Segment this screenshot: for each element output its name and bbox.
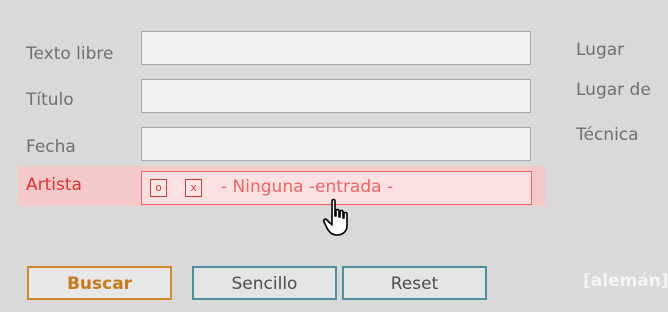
texto-libre-input[interactable]	[141, 31, 531, 65]
artist-clear-button[interactable]: x	[185, 179, 202, 197]
hand-pointer-icon	[322, 198, 348, 236]
sencillo-button[interactable]: Sencillo	[192, 266, 337, 300]
fecha-input[interactable]	[141, 127, 531, 161]
titulo-input[interactable]	[141, 79, 531, 113]
label-fecha: Fecha	[26, 137, 76, 157]
reset-button[interactable]: Reset	[342, 266, 487, 300]
label-lugar-de: Lugar de	[576, 80, 651, 100]
artist-value: - Ninguna -entrada -	[221, 177, 394, 197]
buscar-button[interactable]: Buscar	[27, 266, 172, 300]
label-texto-libre: Texto libre	[26, 44, 114, 64]
label-titulo: Título	[26, 90, 74, 110]
label-lugar: Lugar	[576, 40, 625, 60]
label-tecnica: Técnica	[576, 125, 639, 145]
label-artista: Artista	[26, 175, 82, 195]
language-link[interactable]: [alemán]	[583, 271, 668, 291]
artist-open-button[interactable]: o	[150, 179, 167, 197]
